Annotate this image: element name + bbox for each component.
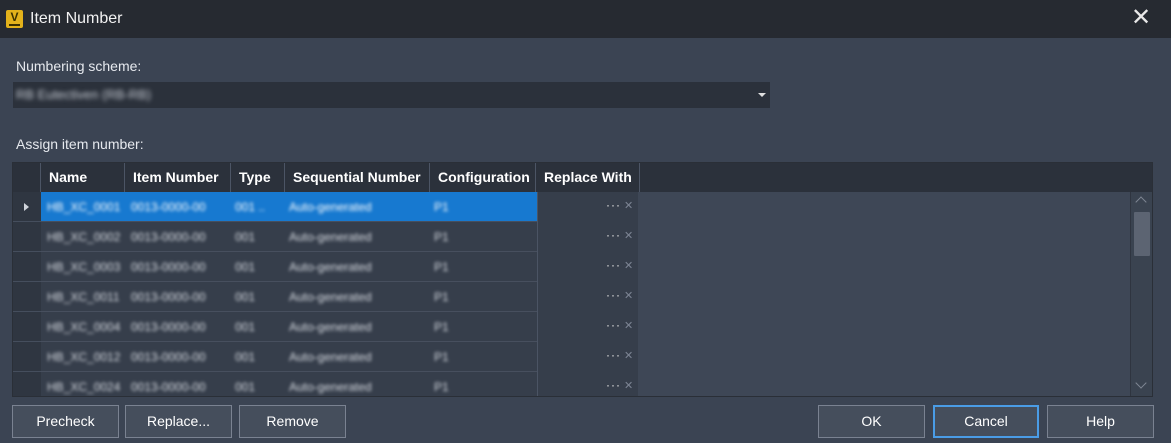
cell-type: 001 <box>235 320 256 334</box>
table-row[interactable]: HB_XC_0012 0013-0000-00 001 Auto-generated P… <box>41 342 638 372</box>
close-button[interactable]: ✕ <box>1128 6 1154 32</box>
cell-sequential-number: Auto-generated <box>289 260 372 274</box>
cell-replace-with[interactable]: ··· ✕ <box>537 192 638 222</box>
cell-item-number: 0013-0000-00 <box>131 350 206 364</box>
row-header[interactable] <box>13 222 41 252</box>
cell-type: 001 <box>235 290 256 304</box>
cell-configuration: P1 <box>434 380 449 394</box>
help-button[interactable]: Help <box>1047 405 1154 438</box>
row-header[interactable] <box>13 312 41 342</box>
browse-ellipsis-icon[interactable]: ··· <box>606 318 621 332</box>
numbering-scheme-value: RB Eutectiven (RB-RB) <box>16 87 152 102</box>
scroll-down-arrow-icon[interactable] <box>1135 377 1147 389</box>
row-header[interactable] <box>13 342 41 372</box>
table-row[interactable]: HB_XC_0003 0013-0000-00 001 Auto-generated P… <box>41 252 638 282</box>
row-header-corner <box>13 163 41 192</box>
scroll-up-arrow-icon[interactable] <box>1135 196 1147 208</box>
dropdown-arrow-icon <box>758 93 766 97</box>
cell-name: HB_XC_0003 <box>47 260 121 274</box>
cell-configuration: P1 <box>434 350 449 364</box>
cell-name: HB_XC_0012 <box>47 350 121 364</box>
row-header[interactable] <box>13 282 41 312</box>
cell-name: HB_XC_0004 <box>47 320 121 334</box>
column-header-type[interactable]: Type <box>231 163 285 192</box>
cell-sequential-number: Auto-generated <box>289 350 372 364</box>
browse-ellipsis-icon[interactable]: ··· <box>606 288 621 302</box>
title-bar: V Item Number ✕ <box>0 0 1171 38</box>
precheck-button[interactable]: Precheck <box>12 405 119 438</box>
clear-icon[interactable]: ✕ <box>624 349 633 362</box>
cell-name: HB_XC_0024 <box>47 380 121 394</box>
cell-item-number: 0013-0000-00 <box>131 230 206 244</box>
clear-icon[interactable]: ✕ <box>624 379 633 392</box>
table-row[interactable]: HB_XC_0011 0013-0000-00 001 Auto-generated P… <box>41 282 638 312</box>
table-row[interactable]: HB_XC_0002 0013-0000-00 001 Auto-generated P… <box>41 222 638 252</box>
row-header[interactable] <box>13 252 41 282</box>
cell-type: 001 .. <box>235 200 266 214</box>
cell-name: HB_XC_0011 <box>47 290 120 304</box>
cell-sequential-number: Auto-generated <box>289 230 372 244</box>
browse-ellipsis-icon[interactable]: ··· <box>606 258 621 272</box>
vault-app-icon: V <box>6 10 23 28</box>
browse-ellipsis-icon[interactable]: ··· <box>606 228 621 242</box>
table-row[interactable]: HB_XC_0024 0013-0000-00 001 Auto-generated P… <box>41 372 638 396</box>
cell-configuration: P1 <box>434 260 449 274</box>
clear-icon[interactable]: ✕ <box>624 229 633 242</box>
cell-type: 001 <box>235 380 256 394</box>
table-row[interactable]: HB_XC_0001 0013-0000-00 001 .. Auto-generat… <box>41 192 638 222</box>
assign-item-number-label: Assign item number: <box>16 136 144 152</box>
numbering-scheme-dropdown[interactable]: RB Eutectiven (RB-RB) <box>13 82 770 108</box>
cancel-button[interactable]: Cancel <box>933 405 1039 438</box>
clear-icon[interactable]: ✕ <box>624 259 633 272</box>
ok-button[interactable]: OK <box>818 405 925 438</box>
grid-header: Name Item Number Type Sequential Number … <box>13 163 1152 192</box>
column-header-name[interactable]: Name <box>41 163 125 192</box>
cell-configuration: P1 <box>434 290 449 304</box>
cell-configuration: P1 <box>434 200 449 214</box>
column-header-replace-with[interactable]: Replace With <box>536 163 640 192</box>
cell-configuration: P1 <box>434 320 449 334</box>
cell-item-number: 0013-0000-00 <box>131 200 206 214</box>
cell-item-number: 0013-0000-00 <box>131 320 206 334</box>
vertical-scrollbar[interactable] <box>1130 192 1152 396</box>
browse-ellipsis-icon[interactable]: ··· <box>606 378 621 392</box>
column-header-sequential-number[interactable]: Sequential Number <box>285 163 430 192</box>
current-row-indicator-icon <box>24 203 29 211</box>
cell-item-number: 0013-0000-00 <box>131 380 206 394</box>
cell-replace-with[interactable]: ··· ✕ <box>537 252 638 282</box>
cell-item-number: 0013-0000-00 <box>131 290 206 304</box>
row-header[interactable] <box>13 192 41 222</box>
browse-ellipsis-icon[interactable]: ··· <box>606 348 621 362</box>
clear-icon[interactable]: ✕ <box>624 199 633 212</box>
cell-replace-with[interactable]: ··· ✕ <box>537 312 638 342</box>
cell-replace-with[interactable]: ··· ✕ <box>537 342 638 372</box>
cell-replace-with[interactable]: ··· ✕ <box>537 222 638 252</box>
table-row[interactable]: HB_XC_0004 0013-0000-00 001 Auto-generated P… <box>41 312 638 342</box>
clear-icon[interactable]: ✕ <box>624 319 633 332</box>
scrollbar-thumb[interactable] <box>1134 212 1150 256</box>
window-title: Item Number <box>30 10 123 27</box>
column-header-configuration[interactable]: Configuration <box>430 163 536 192</box>
cell-type: 001 <box>235 350 256 364</box>
cell-type: 001 <box>235 230 256 244</box>
cell-sequential-number: Auto-generated <box>289 290 372 304</box>
clear-icon[interactable]: ✕ <box>624 289 633 302</box>
item-number-grid: Name Item Number Type Sequential Number … <box>12 162 1153 397</box>
remove-button[interactable]: Remove <box>239 405 346 438</box>
cell-sequential-number: Auto-generated <box>289 200 372 214</box>
cell-replace-with[interactable]: ··· ✕ <box>537 282 638 312</box>
cell-configuration: P1 <box>434 230 449 244</box>
cell-type: 001 <box>235 260 256 274</box>
cell-sequential-number: Auto-generated <box>289 380 372 394</box>
cell-name: HB_XC_0001 <box>47 200 121 214</box>
browse-ellipsis-icon[interactable]: ··· <box>606 198 621 212</box>
row-header[interactable] <box>13 372 41 396</box>
cell-name: HB_XC_0002 <box>47 230 121 244</box>
replace-button[interactable]: Replace... <box>125 405 232 438</box>
cell-sequential-number: Auto-generated <box>289 320 372 334</box>
column-header-item-number[interactable]: Item Number <box>125 163 231 192</box>
cell-item-number: 0013-0000-00 <box>131 260 206 274</box>
cell-replace-with[interactable]: ··· ✕ <box>537 372 638 396</box>
numbering-scheme-label: Numbering scheme: <box>16 58 142 74</box>
